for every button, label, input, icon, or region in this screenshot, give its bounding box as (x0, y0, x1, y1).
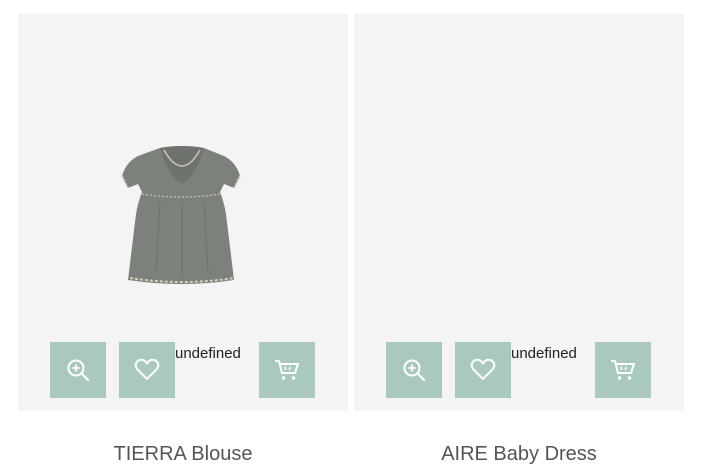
quick-view-button[interactable] (386, 342, 442, 398)
product-title[interactable]: AIRE Baby Dress (354, 442, 684, 466)
quick-view-button[interactable] (50, 342, 106, 398)
cart-icon (275, 360, 299, 380)
heart-icon (134, 358, 160, 380)
add-to-cart-button[interactable] (259, 342, 315, 398)
heart-icon (470, 358, 496, 380)
wishlist-button[interactable] (455, 342, 511, 398)
zoom-in-icon (67, 359, 90, 382)
zoom-in-icon (403, 359, 426, 382)
action-label: undefined (175, 345, 241, 362)
wishlist-button[interactable] (119, 342, 175, 398)
product-card: undefined TIERRA Blouse (18, 14, 348, 469)
add-to-cart-button[interactable] (595, 342, 651, 398)
product-title[interactable]: TIERRA Blouse (18, 442, 348, 466)
action-label: undefined (511, 345, 577, 362)
product-grid: undefined TIERRA Blouse undefined AIRE B… (0, 0, 726, 469)
cart-icon (611, 360, 635, 380)
product-image[interactable] (120, 142, 244, 288)
product-card: undefined AIRE Baby Dress (354, 14, 684, 469)
